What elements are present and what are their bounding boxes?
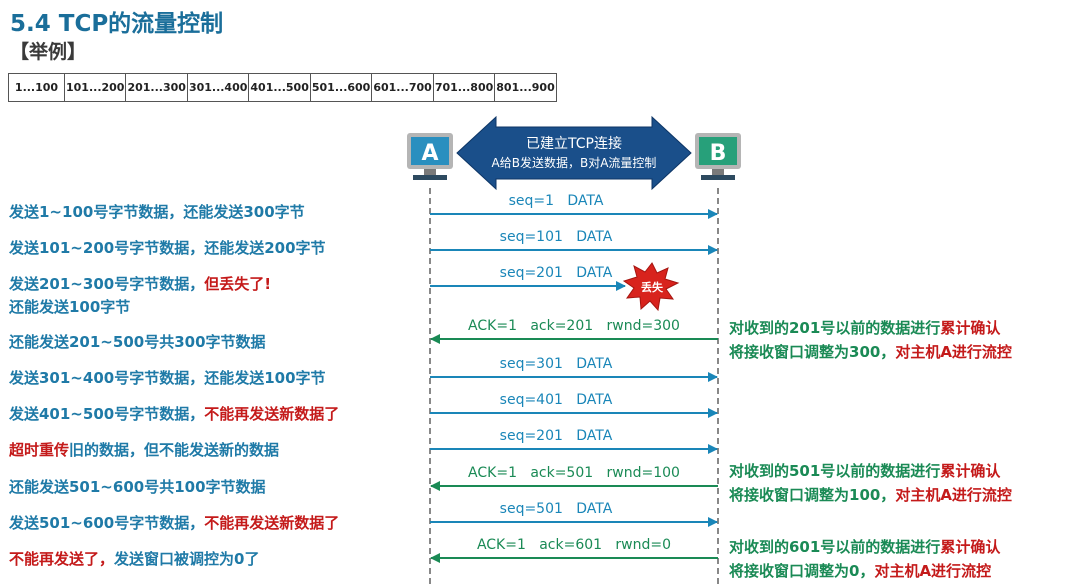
receiver-note: 将接收窗口调整为300，对主机A进行流控 [729,342,1012,362]
connection-line-1: 已建立TCP连接 [526,135,622,152]
host-b-label: B [710,141,727,166]
data-label: seq=1 DATA [509,193,604,209]
sender-note: 发送101~200号字节数据，还能发送200字节 [9,238,326,258]
note-segment: 发送201~300号字节数据， [9,275,205,293]
note-segment: 发送401~500号字节数据， [9,405,205,423]
note-segment: 旧的数据，但不能发送新的数据 [69,441,280,459]
receiver-note: 对收到的601号以前的数据进行累计确认 [729,537,1000,557]
sender-note: 超时重传旧的数据，但不能发送新的数据 [9,440,279,460]
note-segment: 对主机A进行流控 [874,562,992,580]
note-segment: 超时重传 [9,441,70,459]
note-segment: 将接收窗口调整为0， [729,562,875,580]
host-a-label: A [421,141,438,166]
note-segment: 发送1~100号字节数据，还能发送300字节 [9,203,305,221]
ack-label: ACK=1 ack=201 rwnd=300 [468,318,680,334]
sender-note: 发送301~400号字节数据，还能发送100字节 [9,368,326,388]
slide-title: 5.4 TCP的流量控制 [10,11,224,37]
note-segment: 将接收窗口调整为100， [729,486,896,504]
note-segment: 对收到的501号以前的数据进行 [729,462,941,480]
note-segment: 发送301~400号字节数据，还能发送100字节 [9,369,326,387]
lost-burst-icon: 丢失 [622,262,680,312]
note-segment: 对收到的601号以前的数据进行 [729,538,941,556]
note-segment: 还能发送501~600号共100字节数据 [9,478,266,496]
data-label: seq=101 DATA [500,229,613,245]
host-a-computer-icon: A [407,133,453,180]
receiver-note: 将接收窗口调整为0，对主机A进行流控 [729,561,991,581]
note-segment: 发送101~200号字节数据，还能发送200字节 [9,239,326,257]
note-segment: 将接收窗口调整为300， [729,343,896,361]
receiver-note: 将接收窗口调整为100，对主机A进行流控 [729,485,1012,505]
note-segment: 发送501~600号字节数据， [9,514,205,532]
lost-label: 丢失 [641,280,664,294]
data-label: seq=501 DATA [500,501,613,517]
note-segment: 对主机A进行流控 [895,486,1012,504]
sender-note: 还能发送201~500号共300字节数据 [9,332,266,352]
sender-note: 不能再发送了，发送窗口被调控为0了 [9,549,259,569]
byte-range-cell: 501...600 [309,73,373,102]
sender-note: 发送1~100号字节数据，还能发送300字节 [9,202,305,222]
ack-label: ACK=1 ack=501 rwnd=100 [468,465,680,481]
data-label: seq=201 DATA [500,265,613,281]
byte-range-cell: 601...700 [371,73,434,102]
ack-label: ACK=1 ack=601 rwnd=0 [477,537,671,553]
byte-range-cell: 201...300 [125,73,188,102]
note-segment: 不能再发送新数据了 [204,514,340,532]
byte-range-cell: 101...200 [63,73,127,102]
note-segment: 不能再发送了， [9,550,115,568]
data-label: seq=201 DATA [500,428,613,444]
note-segment: 对主机A进行流控 [895,343,1012,361]
byte-range-cell: 801...900 [494,73,557,102]
connection-banner: 已建立TCP连接 A给B发送数据，B对A流量控制 [456,115,692,191]
slide: 5.4 TCP的流量控制 【举例】 1...100 101...200 201.… [0,0,1077,588]
note-segment: 累计确认 [940,538,1001,556]
note-segment: 不能再发送新数据了 [204,405,340,423]
byte-range-cell: 1...100 [8,73,65,102]
note-segment: 对收到的201号以前的数据进行 [729,319,941,337]
sender-note: 发送401~500号字节数据，不能再发送新数据了 [9,404,339,424]
data-label: seq=301 DATA [500,356,613,372]
note-segment: 还能发送100字节 [9,298,131,316]
data-label: seq=401 DATA [500,392,613,408]
note-segment: 累计确认 [940,462,1001,480]
sender-note: 发送201~300号字节数据，但丢失了! [9,274,271,294]
sender-note: 还能发送100字节 [9,297,130,317]
sender-note: 发送501~600号字节数据，不能再发送新数据了 [9,513,339,533]
note-segment: 还能发送201~500号共300字节数据 [9,333,266,351]
note-segment: 累计确认 [940,319,1001,337]
host-b-computer-icon: B [695,133,741,180]
sender-note: 还能发送501~600号共100字节数据 [9,477,266,497]
receiver-note: 对收到的201号以前的数据进行累计确认 [729,318,1000,338]
receiver-note: 对收到的501号以前的数据进行累计确认 [729,461,1000,481]
byte-range-row: 1...100 101...200 201...300 301...400 40… [8,73,557,102]
note-segment: 但丢失了! [204,275,272,293]
byte-range-table: 1...100 101...200 201...300 301...400 40… [8,73,557,102]
byte-range-cell: 701...800 [432,73,496,102]
connection-line-2: A给B发送数据，B对A流量控制 [492,155,657,170]
note-segment: 发送窗口被调控为0了 [114,550,260,568]
byte-range-cell: 301...400 [186,73,250,102]
byte-range-cell: 401...500 [248,73,311,102]
message-arrows: seq=1 DATA seq=101 DATA seq=201 DATA ACK=1 … [430,193,718,563]
example-heading: 【举例】 [10,41,87,63]
